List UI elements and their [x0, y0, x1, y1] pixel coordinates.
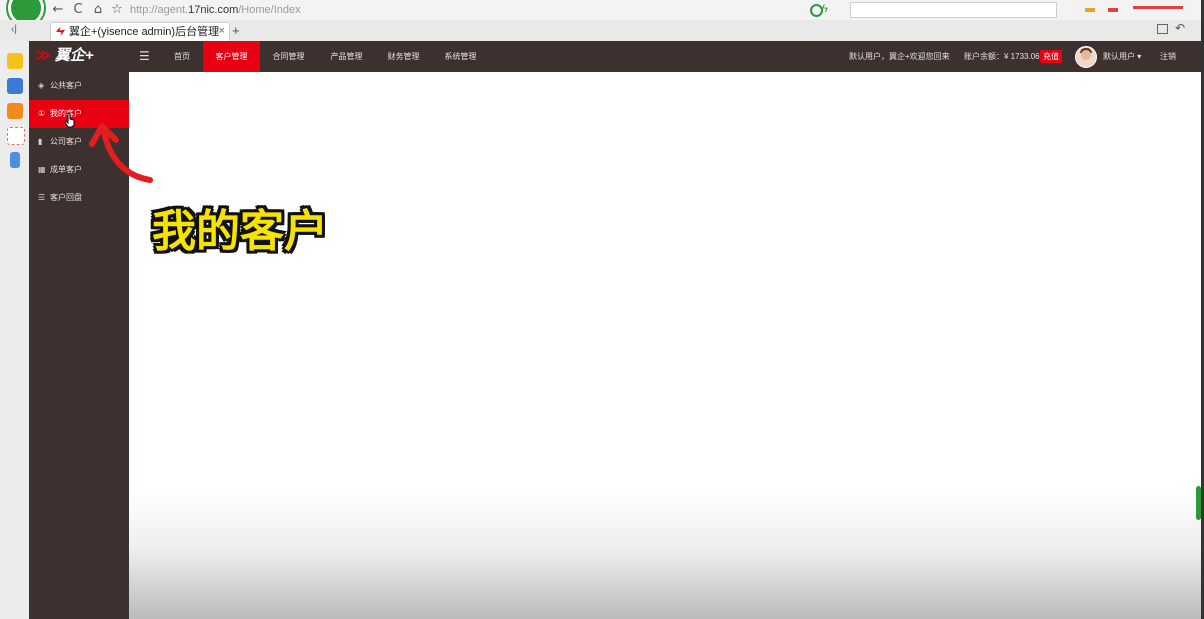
sliders-icon: ☰: [38, 193, 46, 202]
browser-tab[interactable]: 翼企+(yisence admin)后台管理 ×: [50, 22, 230, 42]
sidebar-item-label: 公共客户: [50, 81, 82, 90]
user-circle-icon: ①: [38, 109, 46, 118]
cube-icon: ◈: [38, 81, 45, 90]
url-domain: 17nic.com: [188, 4, 239, 16]
extension-orange-icon[interactable]: [1085, 8, 1095, 12]
user-menu[interactable]: 默认用户 ▾: [1103, 41, 1141, 72]
back-icon[interactable]: ←: [50, 2, 66, 18]
undo-icon[interactable]: ↶: [1175, 21, 1185, 35]
home-icon[interactable]: ⌂: [90, 2, 106, 18]
document-icon[interactable]: [10, 152, 20, 168]
favorites-icon[interactable]: [7, 53, 23, 69]
video-fade-overlay: [129, 490, 1204, 619]
extension-red-icon[interactable]: [1108, 8, 1118, 12]
logout-link[interactable]: 注销: [1160, 41, 1176, 72]
sidebar-item-label: 成单客户: [50, 165, 82, 174]
tab-title: 翼企+(yisence admin)后台管理: [69, 26, 220, 38]
mail-icon[interactable]: [7, 127, 25, 145]
tab-close-icon[interactable]: ×: [219, 24, 225, 38]
welcome-text: 默认用户，翼企+欢迎您回来: [849, 52, 950, 61]
search-box[interactable]: [850, 2, 1057, 18]
nav-home[interactable]: 首页: [159, 41, 205, 72]
bar-chart-icon: ▮: [38, 137, 43, 146]
recharge-button[interactable]: 充值: [1040, 50, 1062, 63]
address-bar[interactable]: http://agent.17nic.com/Home/Index: [130, 3, 830, 17]
avatar[interactable]: [1075, 46, 1097, 68]
star-icon[interactable]: ☆: [109, 2, 125, 18]
nav-system-management[interactable]: 系统管理: [432, 41, 489, 72]
hand-cursor-icon: [64, 112, 75, 128]
top-navigation: ≫ 翼企+ ☰ 首页 客户管理 合同管理 产品管理 财务管理 系统管理 默认用户…: [29, 41, 1204, 72]
favicon-icon: [55, 26, 66, 37]
news-icon[interactable]: [7, 78, 23, 94]
lightning-icon[interactable]: ϟ: [822, 2, 828, 16]
annotation-arrow-icon: [89, 123, 153, 183]
account-balance: 账户余额：¥ 1733.06: [964, 52, 1040, 61]
browser-sidebar: [0, 41, 30, 619]
brand-logo[interactable]: ≫ 翼企+: [35, 45, 94, 67]
refresh-icon[interactable]: C: [70, 2, 86, 18]
sidebar-item-public-customers[interactable]: ◈ 公共客户: [29, 72, 129, 100]
nav-product-management[interactable]: 产品管理: [318, 41, 375, 72]
new-tab-button[interactable]: +: [232, 23, 240, 39]
menu-toggle-icon[interactable]: ☰: [139, 49, 150, 63]
browser-toolbar: ← C ⌂ ☆ http://agent.17nic.com/Home/Inde…: [0, 0, 1204, 26]
brand-mark-icon: ≫: [35, 47, 51, 64]
nav-contract-management[interactable]: 合同管理: [260, 41, 317, 72]
window-controls[interactable]: [1133, 6, 1183, 9]
weibo-icon[interactable]: [7, 103, 23, 119]
table-icon: ▦: [38, 165, 46, 174]
url-path: /Home/Index: [238, 4, 301, 16]
nav-finance-management[interactable]: 财务管理: [375, 41, 432, 72]
brand-name: 翼企+: [54, 47, 94, 64]
tutorial-caption: 我的客户: [152, 206, 328, 257]
url-prefix: http://agent.: [130, 4, 189, 16]
sidebar-item-label: 客户回盘: [50, 193, 82, 202]
sidebar-item-label: 公司客户: [50, 137, 82, 146]
nav-customer-management[interactable]: 客户管理: [203, 41, 260, 72]
sidebar-toggle-icon[interactable]: ‹|: [11, 23, 17, 37]
restore-icon[interactable]: [1157, 24, 1168, 34]
